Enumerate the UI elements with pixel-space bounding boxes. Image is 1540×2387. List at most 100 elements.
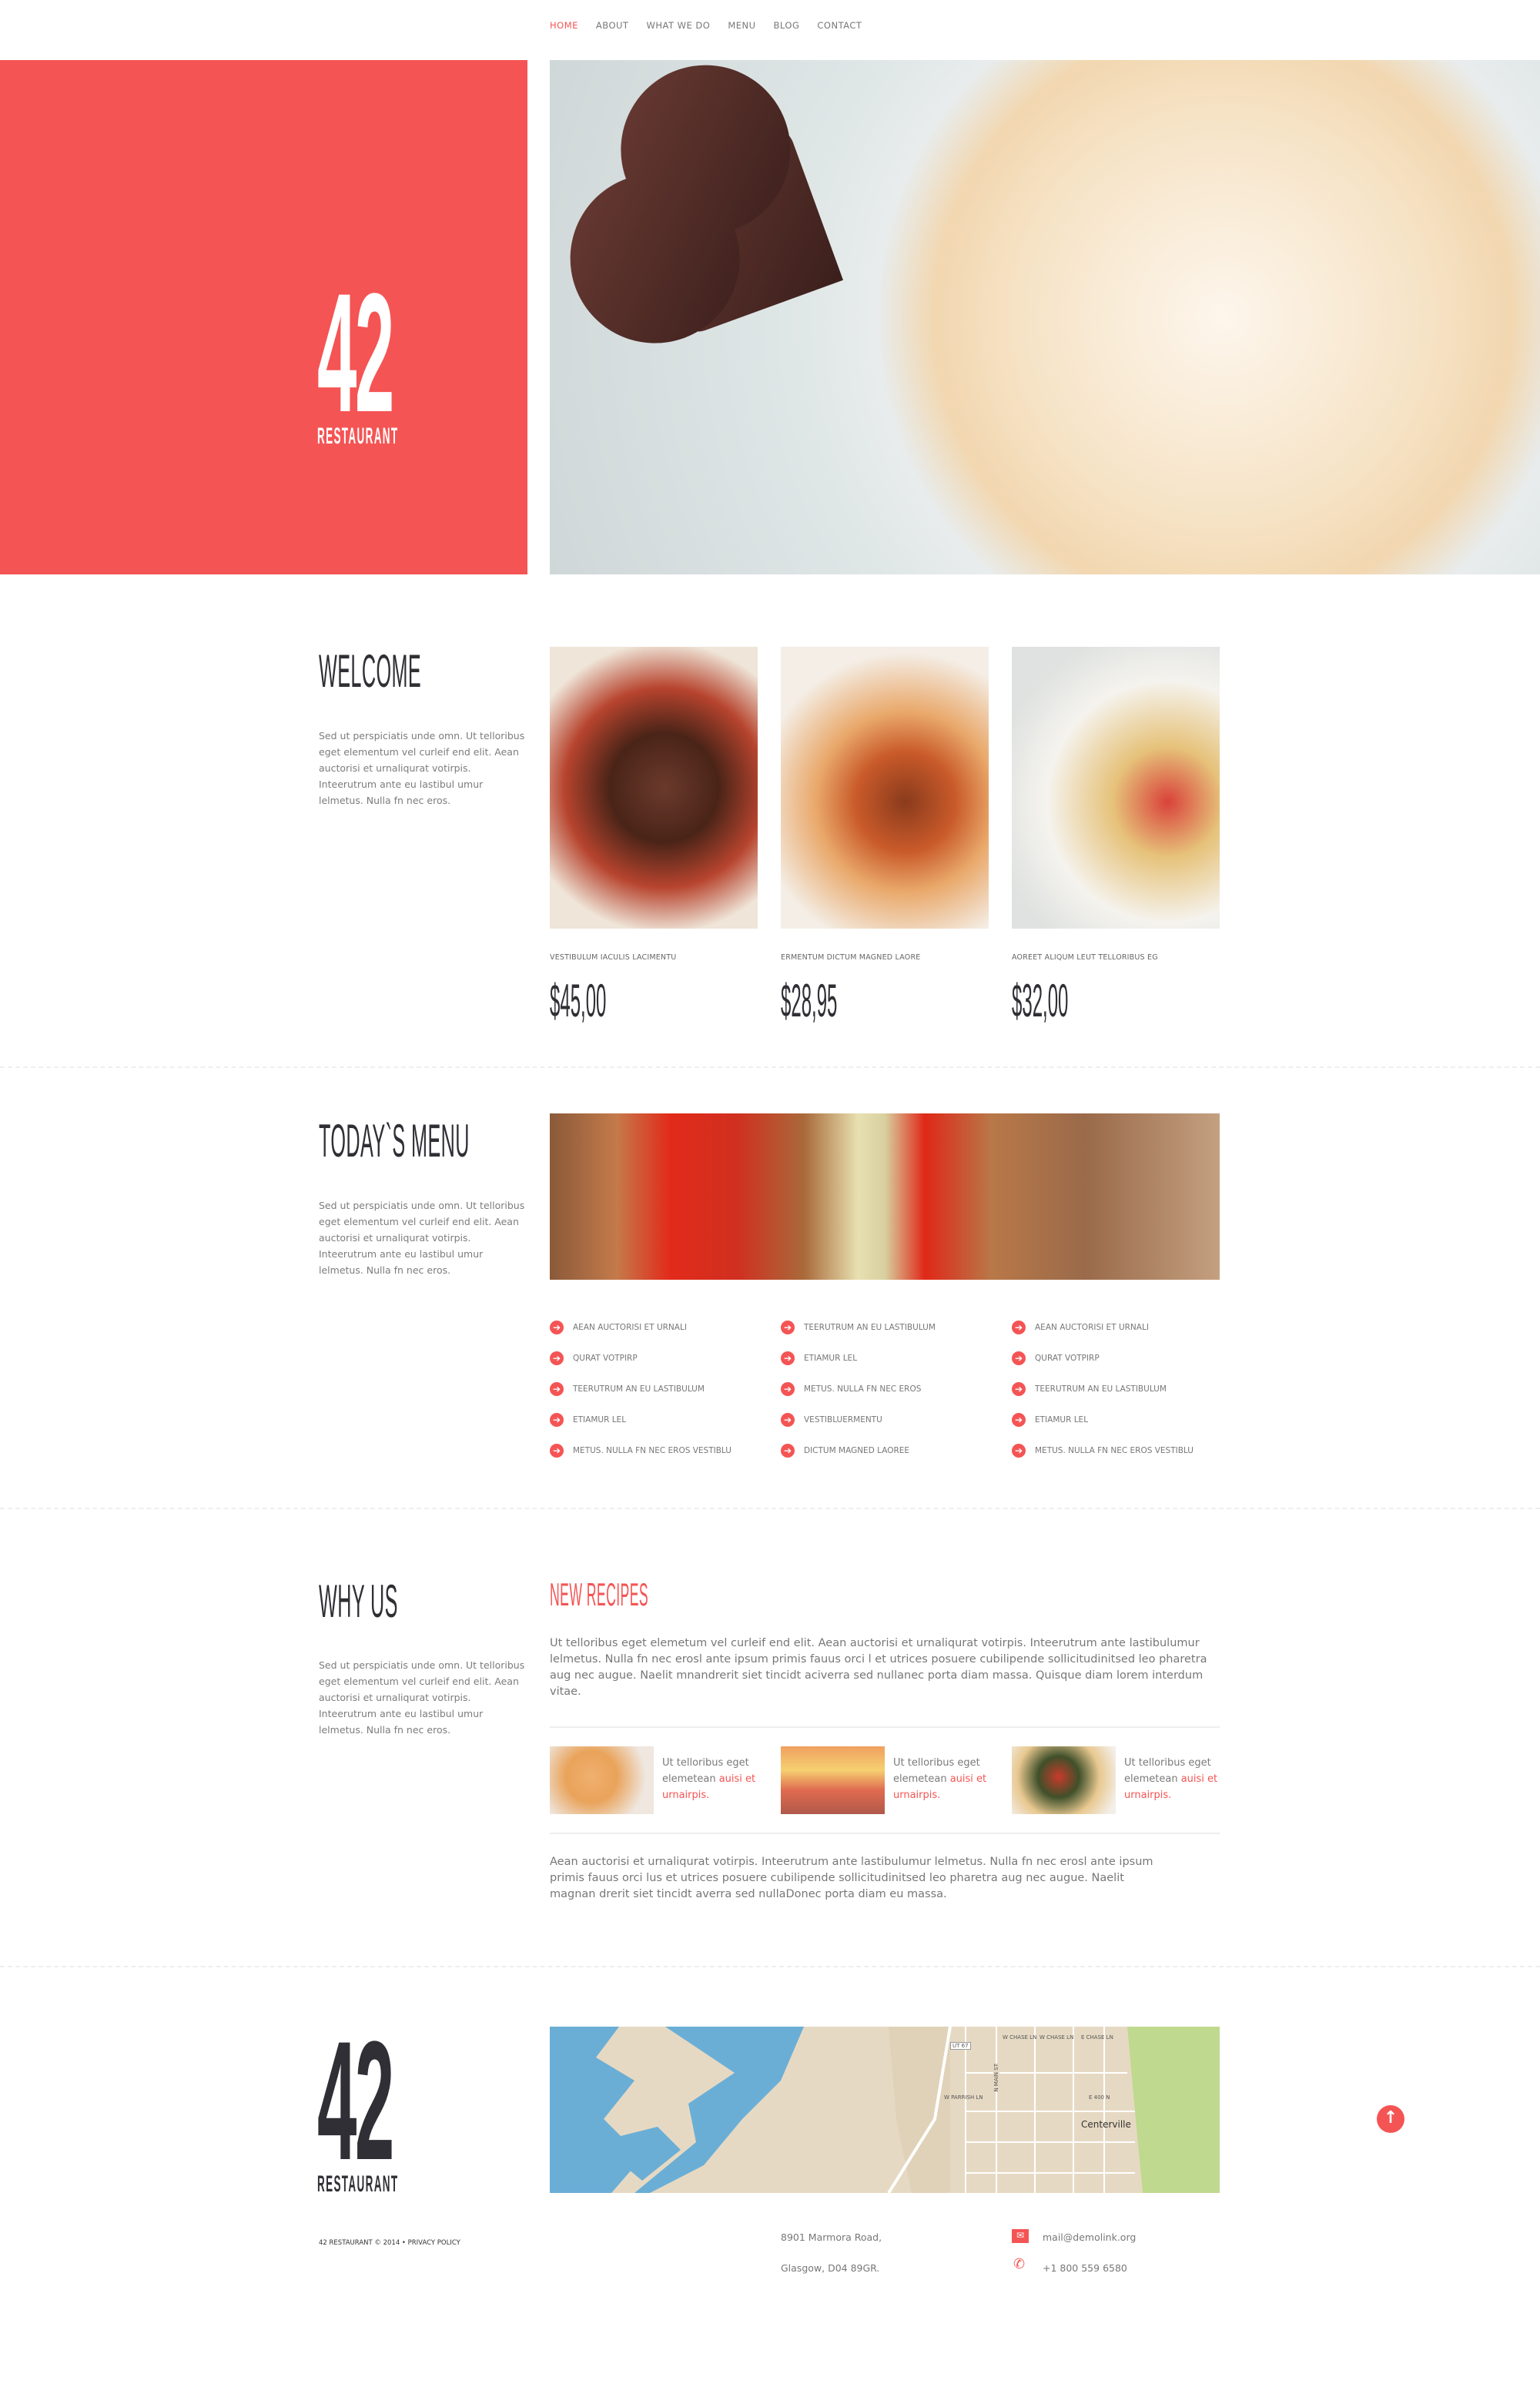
arrow-circle-right-icon: ➔ (781, 1382, 795, 1396)
menu-list-item: ➔ METUS. NULLA FN NEC EROS VESTIBLU (550, 1443, 732, 1458)
menu-item-label: METUS. NULLA FN NEC EROS (804, 1384, 922, 1394)
map-graphic (550, 2027, 1220, 2193)
dish-caption: ERMENTUM DICTUM MAGNED LAORE (781, 953, 921, 962)
menu-list-item: ➔ TEERUTRUM AN EU LASTIBULUM (550, 1381, 705, 1397)
recipes-title: NEW RECIPES (550, 1576, 649, 1612)
why-text: Sed ut perspiciatis unde omn. Ut tellori… (319, 1659, 525, 1736)
map-label: W CHASE LN (1003, 2034, 1037, 2040)
arrow-circle-right-icon: ➔ (550, 1444, 564, 1458)
menu-list-item: ➔ TEERUTRUM AN EU LASTIBULUM (781, 1320, 936, 1335)
map-label-main-st: N MAIN ST (993, 2064, 999, 2092)
arrow-circle-right-icon: ➔ (550, 1351, 564, 1365)
menu-list-item: ➔ AEAN AUCTORISI ET URNALI (550, 1320, 687, 1335)
map[interactable]: W CHASE LN W CHASE LN E CHASE LN W PARRI… (550, 2027, 1220, 2193)
menu-item-label: METUS. NULLA FN NEC EROS VESTIBLU (1035, 1446, 1194, 1455)
nav-about[interactable]: ABOUT (596, 20, 629, 31)
chocolate-heart (626, 121, 843, 338)
divider (550, 1833, 1220, 1834)
menu-list-item: ➔ AEAN AUCTORISI ET URNALI (1012, 1320, 1149, 1335)
menu-list-item: ➔ QURAT VOTPIRP (550, 1351, 638, 1366)
address-line-2: Glasgow, D04 89GR. (781, 2262, 880, 2274)
menu-list-item: ➔ ETIAMUR LEL (781, 1351, 857, 1366)
privacy-policy-link[interactable]: PRIVACY POLICY (408, 2239, 460, 2247)
dish-image-2 (781, 647, 989, 929)
welcome-text: Sed ut perspiciatis unde omn. Ut tellori… (319, 730, 525, 806)
recipe-thumb-donuts[interactable] (550, 1746, 654, 1814)
map-label-ut-67: UT 67 (950, 2042, 971, 2050)
dish-price: $32,00 (1012, 975, 1069, 1026)
menu-list-item: ➔ METUS. NULLA FN NEC EROS VESTIBLU (1012, 1443, 1194, 1458)
arrow-circle-right-icon: ➔ (781, 1351, 795, 1365)
dish-image-3 (1012, 647, 1220, 929)
email-link[interactable]: mail@demolink.org (1043, 2231, 1136, 2243)
arrow-circle-right-icon: ➔ (1012, 1351, 1026, 1365)
menu-item-label: QURAT VOTPIRP (1035, 1354, 1100, 1363)
logo-number: 42 (317, 2006, 394, 2195)
arrow-circle-right-icon: ➔ (781, 1413, 795, 1427)
why-title: WHY US (319, 1575, 398, 1627)
nav-blog[interactable]: BLOG (774, 20, 800, 31)
dish-image-1 (550, 647, 758, 929)
recipes-intro: Ut telloribus eget elemetum vel curleif … (550, 1637, 1207, 1698)
hero-brand-panel: 42 RESTAURANT (0, 60, 527, 574)
menu-item-label: TEERUTRUM AN EU LASTIBULUM (1035, 1384, 1167, 1394)
dish-caption: AOREET ALIQUM LEUT TELLORIBUS EG (1012, 953, 1158, 962)
copyright: 42 RESTAURANT © 2014 • PRIVACY POLICY (319, 2239, 460, 2247)
phone-icon: ✆ (1013, 2256, 1026, 2272)
recipe-text: Ut telloribus eget elemetean auisi et ur… (893, 1757, 987, 1801)
section-divider (0, 1966, 1540, 1967)
arrow-circle-right-icon: ➔ (550, 1321, 564, 1334)
recipe-text: Ut telloribus eget elemetean auisi et ur… (662, 1757, 756, 1801)
menu-item-label: VESTIBLUERMENTU (804, 1415, 882, 1424)
recipe-thumb-vegetables[interactable] (1012, 1746, 1116, 1814)
menu-item-label: DICTUM MAGNED LAOREE (804, 1446, 910, 1455)
arrow-circle-right-icon: ➔ (1012, 1382, 1026, 1396)
hero-image-coffee (550, 60, 1540, 574)
address-line-1: 8901 Marmora Road, (781, 2231, 882, 2243)
logo-word: RESTAURANT (317, 424, 399, 449)
arrow-up-icon: ↑ (1383, 2108, 1398, 2128)
logo[interactable]: 42 RESTAURANT (317, 268, 497, 450)
arrow-circle-right-icon: ➔ (781, 1321, 795, 1334)
menu-banner-image (550, 1113, 1220, 1280)
menu-list-item: ➔ METUS. NULLA FN NEC EROS (781, 1381, 921, 1397)
menu-item-label: TEERUTRUM AN EU LASTIBULUM (573, 1384, 705, 1394)
menu-list-item: ➔ DICTUM MAGNED LAOREE (781, 1443, 909, 1458)
recipe-text: Ut telloribus eget elemetean auisi et ur… (1124, 1757, 1218, 1801)
map-label: W CHASE LN (1040, 2034, 1074, 2040)
menu-list-item: ➔ ETIAMUR LEL (550, 1412, 626, 1428)
divider (550, 1726, 1220, 1728)
nav-home[interactable]: HOME (550, 20, 578, 31)
dish-caption: VESTIBULUM IACULIS LACIMENTU (550, 953, 677, 962)
dish-price: $45,00 (550, 975, 607, 1026)
menu-item-label: METUS. NULLA FN NEC EROS VESTIBLU (573, 1446, 732, 1455)
arrow-circle-right-icon: ➔ (1012, 1413, 1026, 1427)
arrow-circle-right-icon: ➔ (550, 1413, 564, 1427)
logo-number: 42 (317, 258, 394, 447)
scroll-top-button[interactable]: ↑ (1377, 2105, 1404, 2133)
recipes-outro: Aean auctorisi et urnaliqurat votirpis. … (550, 1856, 1153, 1900)
menu-item-label: AEAN AUCTORISI ET URNALI (1035, 1323, 1149, 1332)
main-nav: HOME ABOUT WHAT WE DO MENU BLOG CONTACT (550, 20, 879, 31)
map-label: W PARRISH LN (944, 2094, 983, 2101)
recipe-thumb-macarons[interactable] (781, 1746, 885, 1814)
footer-logo[interactable]: 42 RESTAURANT (317, 2016, 497, 2198)
map-label: E CHASE LN (1081, 2034, 1113, 2040)
menu-item-label: AEAN AUCTORISI ET URNALI (573, 1323, 687, 1332)
nav-what-we-do[interactable]: WHAT WE DO (646, 20, 710, 31)
nav-menu[interactable]: MENU (728, 20, 755, 31)
arrow-circle-right-icon: ➔ (550, 1382, 564, 1396)
nav-contact[interactable]: CONTACT (817, 20, 862, 31)
phone-number: +1 800 559 6580 (1043, 2262, 1127, 2274)
arrow-circle-right-icon: ➔ (1012, 1321, 1026, 1334)
section-divider (0, 1066, 1540, 1068)
arrow-circle-right-icon: ➔ (781, 1444, 795, 1458)
map-city-label: Centerville (1081, 2119, 1131, 2130)
menu-item-label: QURAT VOTPIRP (573, 1354, 638, 1363)
welcome-title: WELCOME (319, 645, 422, 697)
menu-list-item: ➔ ETIAMUR LEL (1012, 1412, 1088, 1428)
logo-word: RESTAURANT (317, 2171, 399, 2197)
menu-item-label: TEERUTRUM AN EU LASTIBULUM (804, 1323, 936, 1332)
dish-price: $28,95 (781, 975, 838, 1026)
arrow-circle-right-icon: ➔ (1012, 1444, 1026, 1458)
